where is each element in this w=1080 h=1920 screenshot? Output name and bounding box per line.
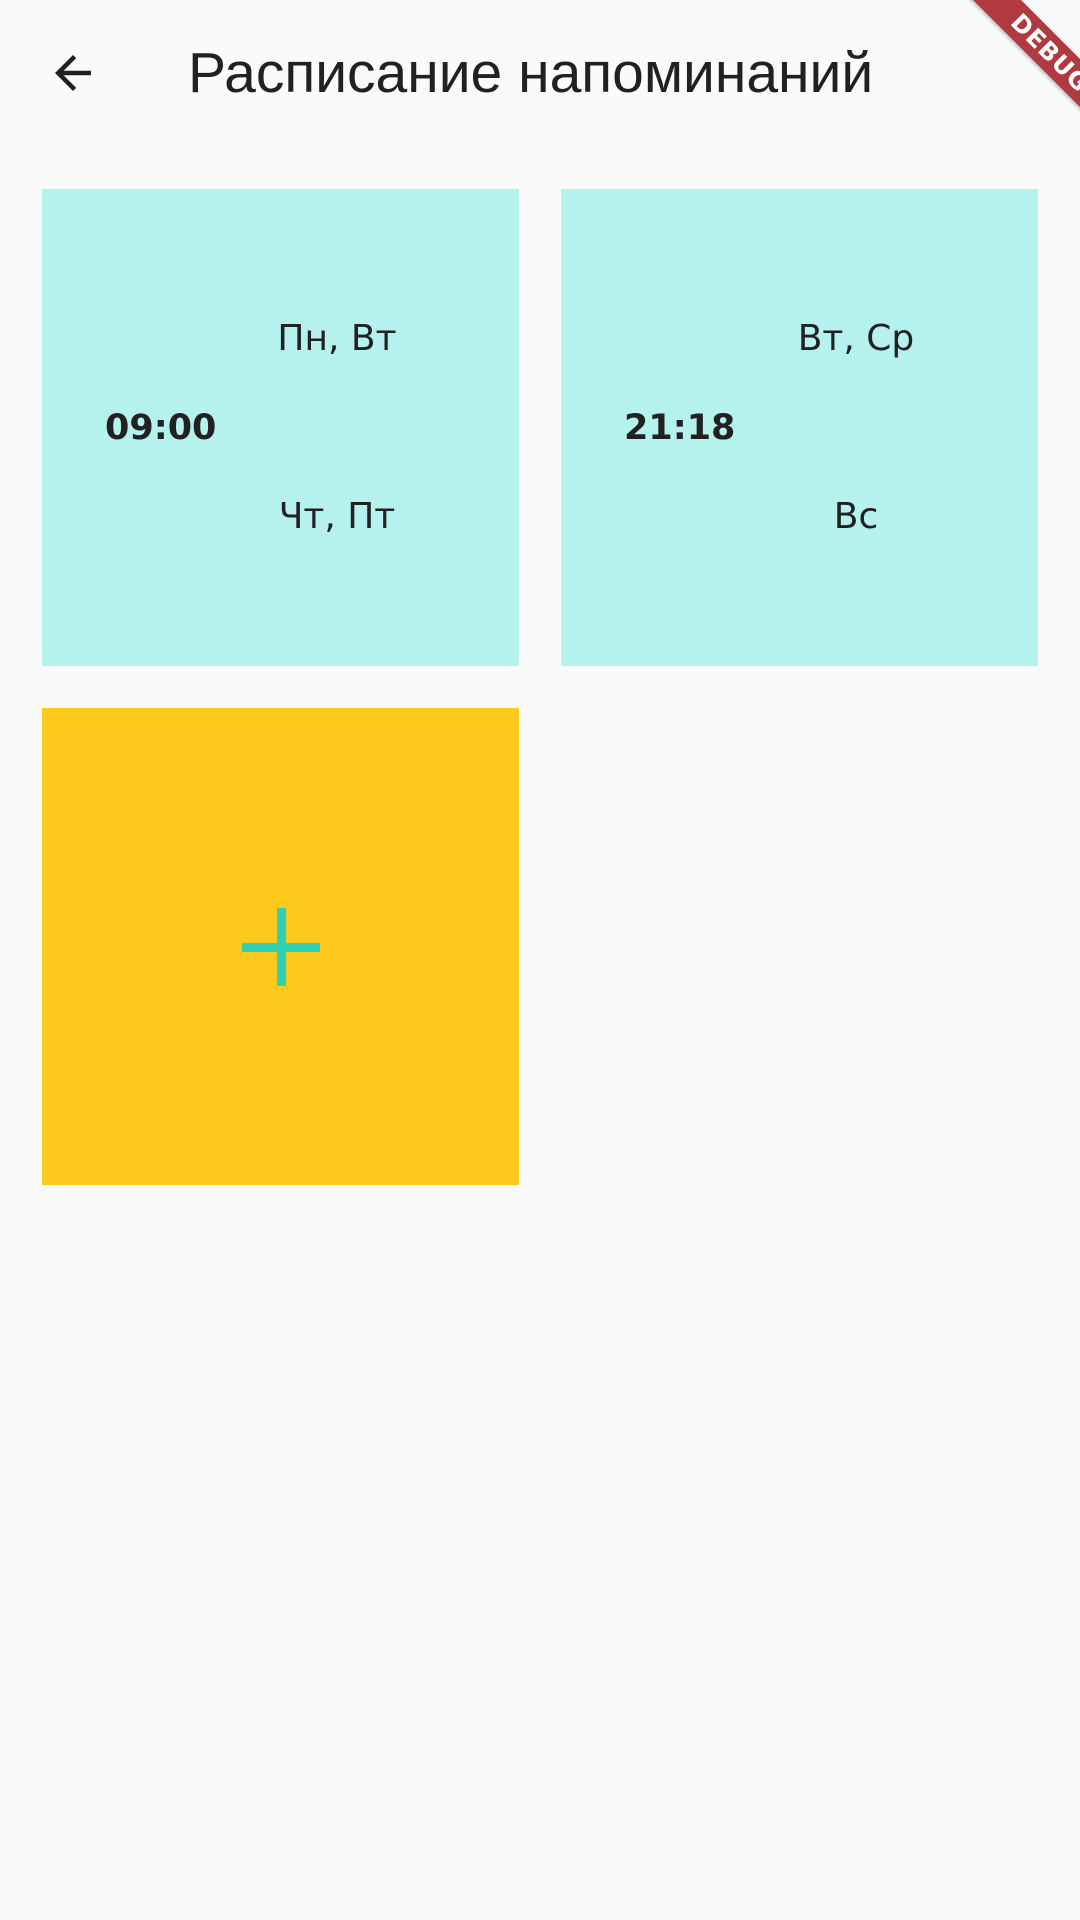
back-button[interactable] [31,31,115,115]
reminder-card[interactable]: Вт, Ср 21:18 Вс [561,189,1038,666]
reminder-time: 21:18 [624,408,736,448]
reminder-days-top: Вт, Ср [797,318,915,359]
page-title: Расписание напоминаний [188,41,874,105]
plus-icon [241,907,320,986]
reminder-card[interactable]: Пн, Вт 09:00 Чт, Пт [42,189,519,666]
app-bar: Расписание напоминаний [0,0,1080,147]
reminder-time: 09:00 [105,408,217,448]
reminder-days-bottom: Чт, Пт [278,496,396,537]
reminder-days-top: Пн, Вт [277,318,397,359]
reminder-days-bottom: Вс [833,496,879,537]
arrow-back-icon [46,46,100,100]
add-reminder-button[interactable] [42,708,519,1185]
